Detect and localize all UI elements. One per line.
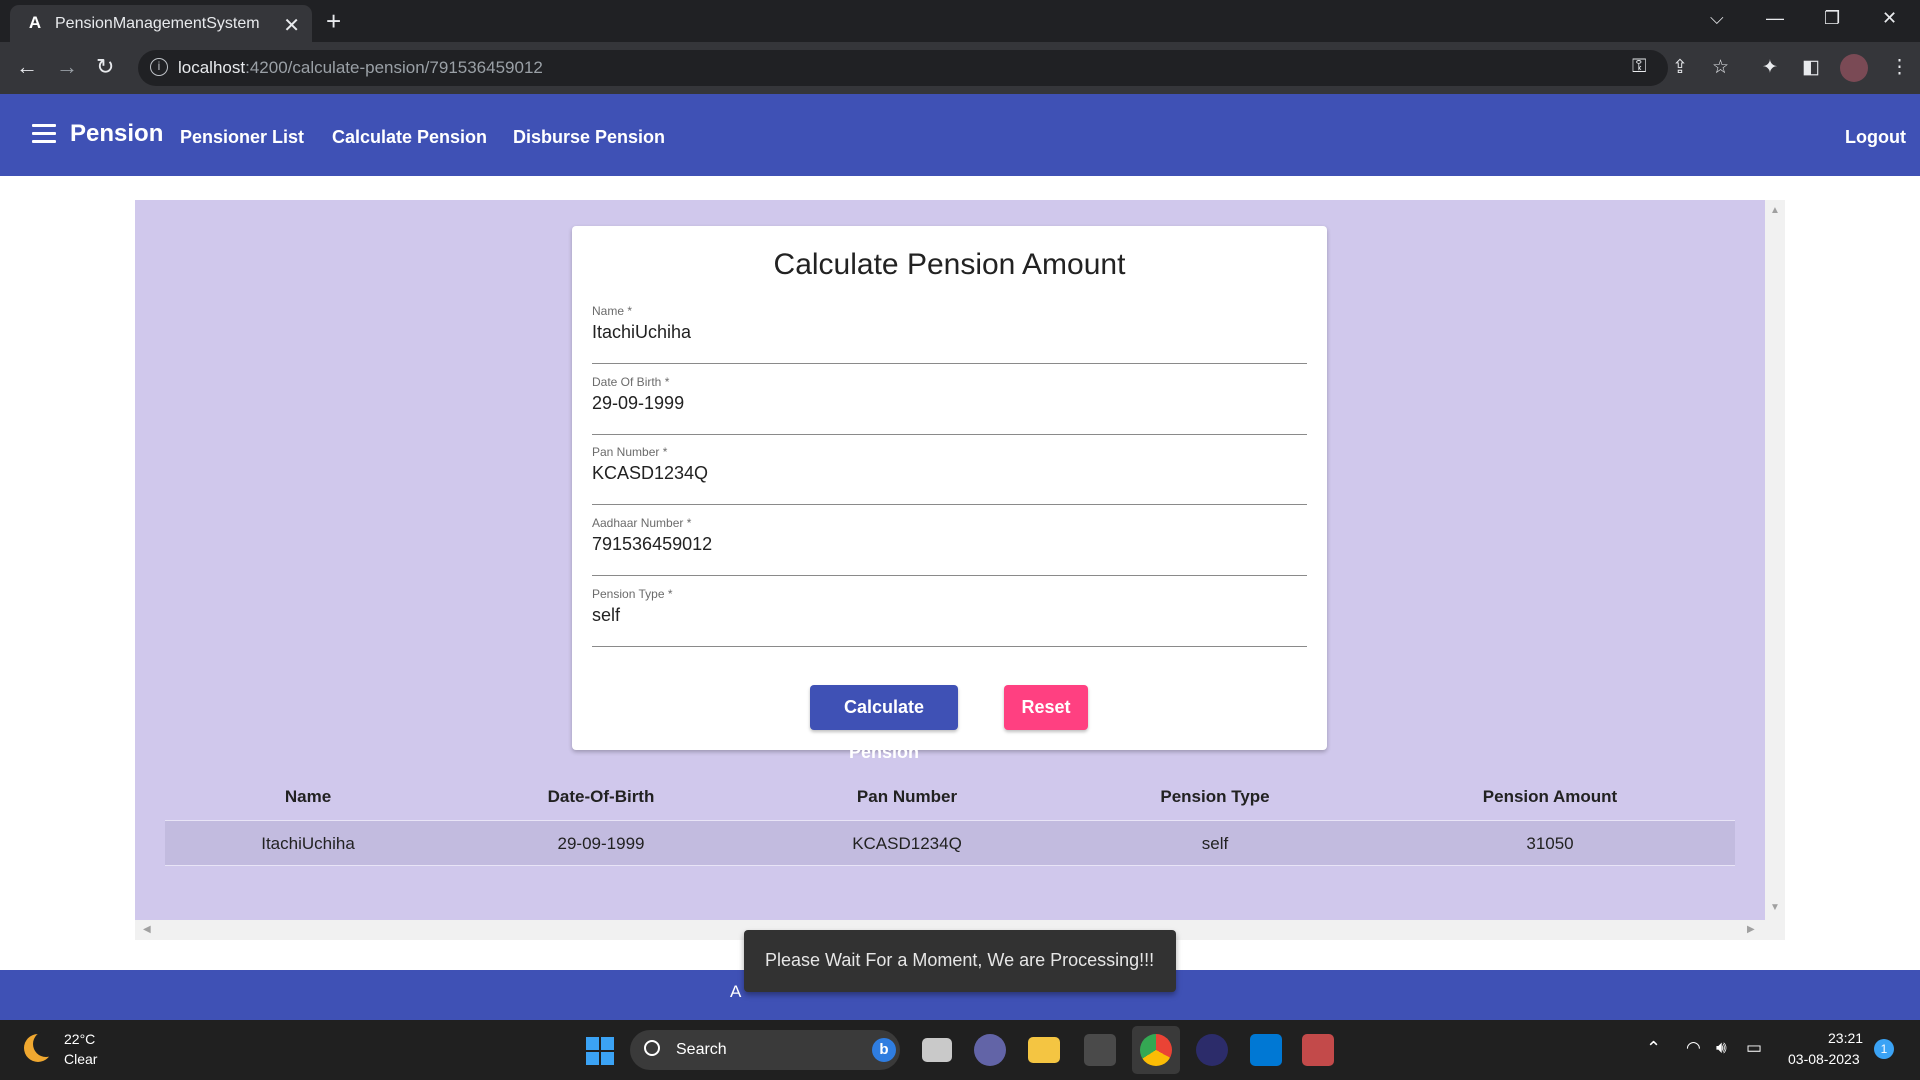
volume-icon[interactable]: 🔊︎ [1716,1038,1727,1058]
name-label: Name * [592,304,633,318]
scroll-right-icon[interactable]: ▶ [1747,924,1755,935]
task-view-icon[interactable] [922,1038,952,1062]
dob-value[interactable]: 29-09-1999 [592,393,684,414]
close-window-icon[interactable]: ✕ [1882,8,1897,29]
browser-tab[interactable]: A PensionManagementSystem ✕ [10,5,312,42]
reset-button[interactable]: Reset [1004,685,1088,730]
new-tab-icon[interactable]: + [326,6,341,37]
calculate-pension-form: Calculate Pension Amount Name * ItachiUc… [572,226,1327,762]
logout-link[interactable]: Logout [1845,127,1906,148]
url-host: localhost [178,58,246,77]
chrome-icon [1140,1034,1172,1066]
clock-date[interactable]: 03-08-2023 [1788,1051,1860,1067]
os-taskbar: 22°C Clear Search b ⌃ ◠ 🔊︎ ▭ 23:21 03-08… [0,1020,1920,1080]
dob-field[interactable]: Date Of Birth * 29-09-1999 [592,375,1307,435]
pension-type-label: Pension Type * [592,587,673,601]
profile-avatar[interactable] [1840,54,1868,82]
browser-tab-strip: A PensionManagementSystem ✕ + ⌵ — ❐ ✕ [0,0,1920,42]
restore-icon[interactable]: ❐ [1824,8,1840,29]
site-info-icon[interactable]: i [150,58,168,76]
pan-field[interactable]: Pan Number * KCASD1234Q [592,445,1307,505]
table-header-name: Name [284,787,332,806]
nav-disburse-pension[interactable]: Disburse Pension [513,127,665,148]
table-header-dob: Date-Of-Birth [547,787,655,806]
chrome-taskbar-button[interactable] [1132,1026,1180,1074]
microsoft-store-icon[interactable] [1084,1034,1116,1066]
weather-condition[interactable]: Clear [64,1051,97,1067]
file-explorer-icon[interactable] [1028,1037,1060,1063]
hamburger-menu-icon[interactable] [32,124,56,144]
nav-pensioner-list[interactable]: Pensioner List [180,127,304,148]
name-field[interactable]: Name * ItachiUchiha [592,304,1307,364]
aadhaar-value[interactable]: 791536459012 [592,534,712,555]
dob-label: Date Of Birth * [592,375,670,389]
scroll-left-icon[interactable]: ◀ [143,924,151,935]
forward-arrow-icon[interactable]: → [56,54,78,80]
moon-weather-icon[interactable] [24,1031,59,1062]
tab-search-chevron-icon[interactable]: ⌵ [1710,8,1724,29]
taskbar-search-label: Search [676,1041,727,1058]
clock-time[interactable]: 23:21 [1828,1030,1863,1046]
snackbar-message: Please Wait For a Moment, We are Process… [765,950,1155,970]
url-input[interactable]: i localhost:4200/calculate-pension/79153… [138,50,1668,86]
search-icon [644,1040,660,1056]
side-panel-icon[interactable]: ◧ [1802,56,1820,79]
bookmark-star-icon[interactable]: ☆ [1712,56,1729,79]
close-tab-icon[interactable]: ✕ [283,13,300,38]
tray-chevron-up-icon[interactable]: ⌃ [1646,1038,1661,1059]
app-toolbar: Pension Pensioner List Calculate Pension… [0,94,1920,176]
back-arrow-icon[interactable]: ← [16,54,38,80]
browser-menu-icon[interactable]: ⋮ [1890,56,1909,79]
key-icon[interactable]: ⚿ [1632,56,1646,78]
calculate-pension-button[interactable]: Calculate Pension [810,685,958,762]
cell-pension-type: self [1201,834,1229,853]
app-brand[interactable]: Pension [70,120,163,148]
teams-chat-icon[interactable] [974,1034,1006,1066]
tab-title: PensionManagementSystem [55,15,260,32]
share-icon[interactable]: ⇪ [1672,56,1688,79]
snipping-tool-icon[interactable] [1302,1034,1334,1066]
scroll-down-icon[interactable]: ▼ [1770,902,1780,913]
browser-address-bar: ← → ↻ i localhost:4200/calculate-pension… [0,42,1920,94]
aadhaar-field[interactable]: Aadhaar Number * 791536459012 [592,516,1307,576]
taskbar-search[interactable]: Search b [630,1030,900,1070]
wifi-icon[interactable]: ◠ [1686,1038,1701,1058]
vscode-icon[interactable] [1250,1034,1282,1066]
pension-type-field[interactable]: Pension Type * self [592,587,1307,647]
angular-favicon-icon: A [28,13,42,32]
scroll-up-icon[interactable]: ▲ [1770,205,1780,216]
nav-calculate-pension[interactable]: Calculate Pension [332,127,487,148]
pension-type-value[interactable]: self [592,605,620,626]
aadhaar-label: Aadhaar Number * [592,516,692,530]
footer-text: A [730,982,742,1001]
extensions-puzzle-icon[interactable]: ✦ [1762,56,1778,79]
minimize-icon[interactable]: — [1766,8,1784,29]
reload-icon[interactable]: ↻ [96,54,114,80]
cell-pan: KCASD1234Q [852,834,962,853]
battery-icon[interactable]: ▭ [1746,1038,1762,1058]
table-header-pension-amount: Pension Amount [1482,787,1618,806]
windows-start-icon[interactable] [586,1037,614,1065]
pan-value[interactable]: KCASD1234Q [592,463,708,484]
cell-name: ItachiUchiha [261,834,355,853]
vertical-scrollbar[interactable]: ▲ ▼ [1765,200,1785,920]
table-header-pan: Pan Number [856,787,958,806]
url-path: :4200/calculate-pension/791536459012 [245,58,543,77]
weather-temperature[interactable]: 22°C [64,1031,95,1047]
form-title: Calculate Pension Amount [773,248,1126,281]
cell-pension-amount: 31050 [1526,834,1574,853]
notification-badge[interactable]: 1 [1874,1039,1894,1059]
eclipse-icon[interactable] [1196,1034,1228,1066]
bing-icon[interactable]: b [872,1038,896,1062]
cell-dob: 29-09-1999 [557,834,645,853]
table-header-pension-type: Pension Type [1160,787,1270,806]
pan-label: Pan Number * [592,445,668,459]
name-value[interactable]: ItachiUchiha [592,322,691,343]
processing-snackbar: Please Wait For a Moment, We are Process… [744,930,1176,992]
url-text: localhost:4200/calculate-pension/7915364… [178,58,543,78]
